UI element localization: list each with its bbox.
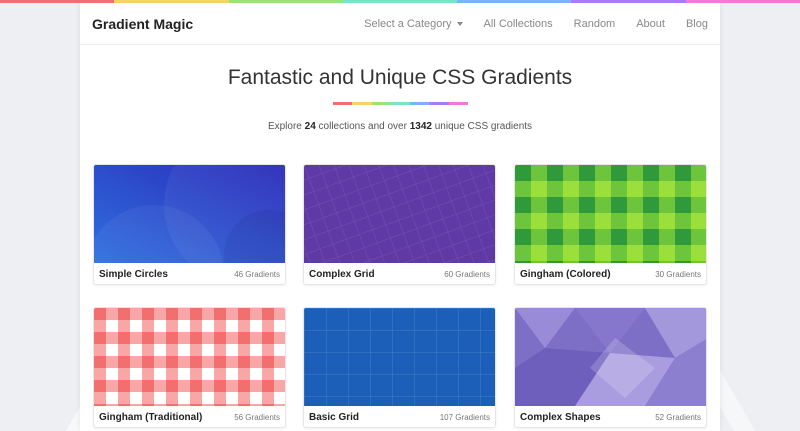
collection-card-complex-shapes[interactable]: Complex Shapes 52 Gradients [514,307,707,428]
collection-card-simple-circles[interactable]: Simple Circles 46 Gradients [93,164,286,285]
complex-grid-preview [304,165,495,263]
top-rainbow-bar [0,0,800,3]
card-footer: Basic Grid 107 Gradients [304,406,495,427]
card-title: Complex Shapes [520,412,601,423]
card-footer: Simple Circles 46 Gradients [94,263,285,284]
nav-all-collections[interactable]: All Collections [484,18,553,30]
title-rainbow-divider [333,102,468,105]
basic-grid-preview [304,308,495,406]
collection-card-complex-grid[interactable]: Complex Grid 60 Gradients [303,164,496,285]
nav-random[interactable]: Random [574,18,616,30]
collection-card-gingham-colored[interactable]: Gingham (Colored) 30 Gradients [514,164,707,285]
card-title: Simple Circles [99,269,168,280]
simple-circles-preview [94,165,285,263]
collections-count: 24 [304,121,316,132]
collection-card-gingham-traditional[interactable]: Gingham (Traditional) 56 Gradients [93,307,286,428]
brand-logo[interactable]: Gradient Magic [92,16,193,32]
card-count: 30 Gradients [655,270,701,279]
nav-about[interactable]: About [636,18,665,30]
gradients-count: 1342 [409,121,432,132]
subtitle-middle: collections and over [315,121,410,132]
page-subtitle: Explore 24 collections and over 1342 uni… [80,121,720,132]
card-count: 52 Gradients [655,413,701,422]
nav-links: Select a Category All Collections Random… [343,18,708,30]
gingham-traditional-preview [94,308,285,406]
page-title: Fantastic and Unique CSS Gradients [227,66,573,89]
caret-down-icon [456,21,463,26]
gingham-colored-preview [515,165,706,263]
complex-shapes-preview [515,308,706,406]
card-count: 56 Gradients [234,413,280,422]
subtitle-suffix: unique CSS gradients [431,121,533,132]
card-footer: Complex Grid 60 Gradients [304,263,495,284]
nav-blog[interactable]: Blog [686,18,708,30]
subtitle-prefix: Explore [267,121,305,132]
card-title: Complex Grid [309,269,375,280]
card-footer: Complex Shapes 52 Gradients [515,406,706,427]
navbar: Gradient Magic Select a Category All Col… [80,3,720,45]
card-footer: Gingham (Colored) 30 Gradients [515,263,706,284]
main-container: Gradient Magic Select a Category All Col… [80,0,720,431]
collection-card-basic-grid[interactable]: Basic Grid 107 Gradients [303,307,496,428]
card-footer: Gingham (Traditional) 56 Gradients [94,406,285,427]
category-dropdown[interactable]: Select a Category [364,17,463,30]
card-count: 46 Gradients [234,270,280,279]
card-title: Basic Grid [309,412,360,423]
card-count: 107 Gradients [439,413,490,422]
card-title: Gingham (Colored) [520,269,611,280]
card-count: 60 Gradients [444,270,490,279]
category-dropdown-label: Select a Category [364,17,452,30]
card-title: Gingham (Traditional) [99,412,203,423]
